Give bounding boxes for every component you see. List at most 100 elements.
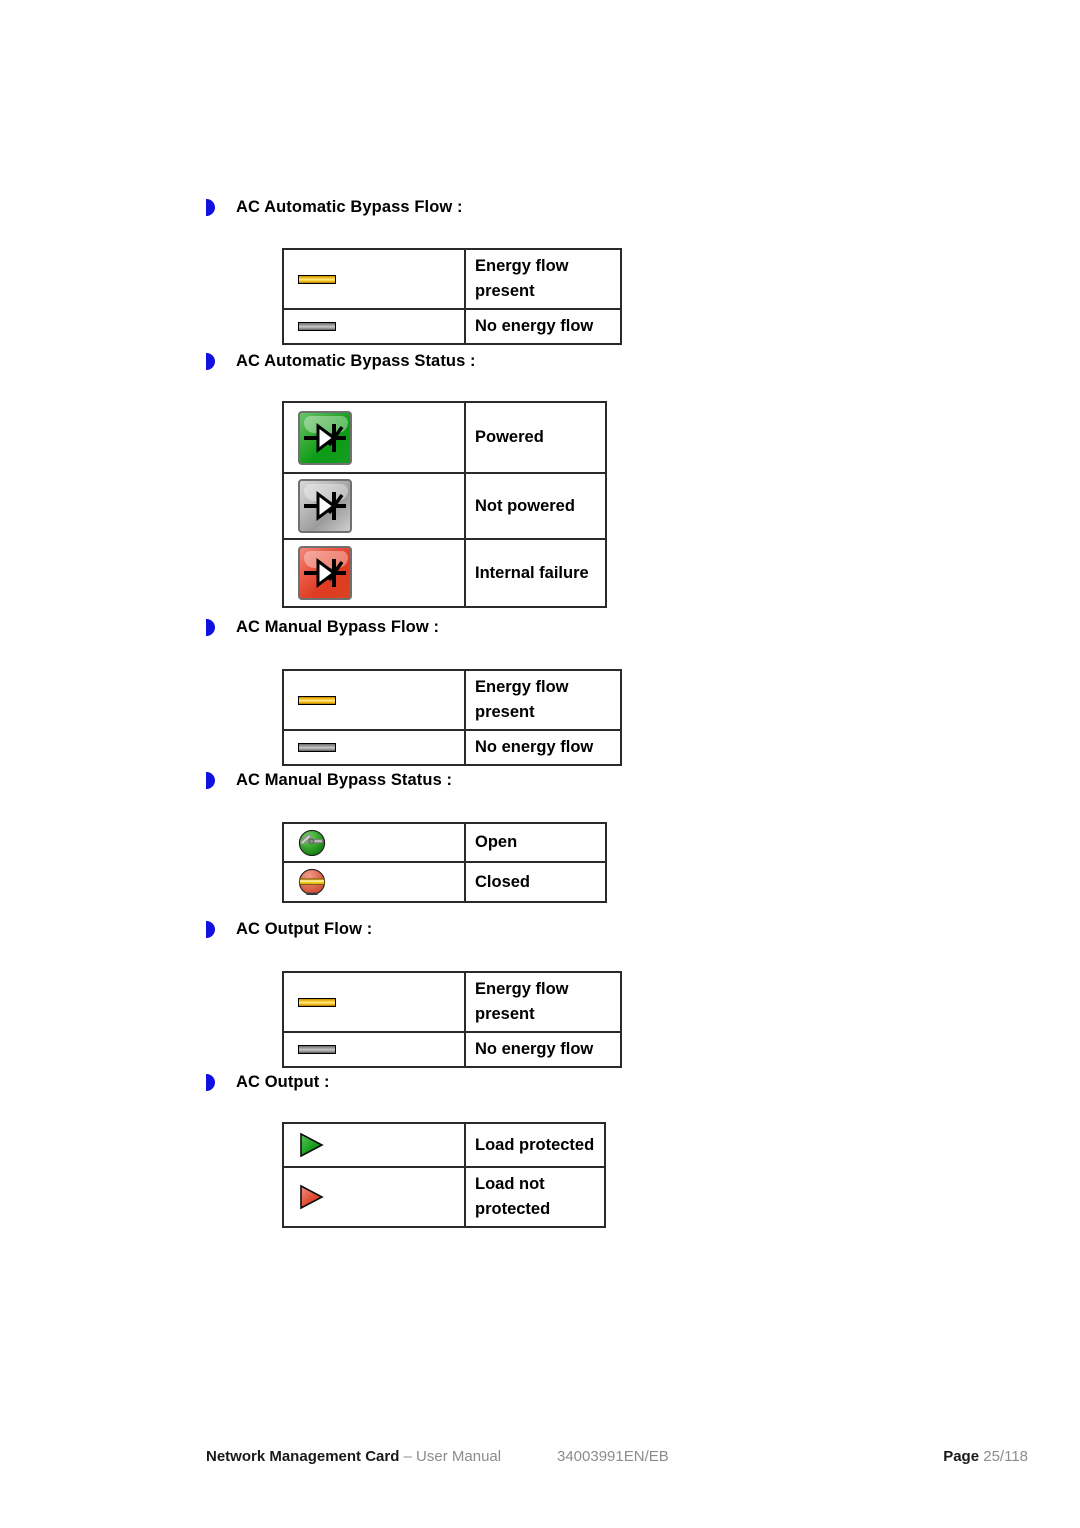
section-heading-label: AC Manual Bypass Flow : (236, 618, 440, 636)
no-energy-flow-bar-icon (298, 322, 336, 331)
bullet-marker-icon (206, 199, 215, 216)
bullet-marker-icon (206, 1074, 215, 1091)
bullet-marker-icon (206, 619, 215, 636)
row-label: Energy flow (475, 257, 569, 275)
legend-table-ac-output-flow: Energy flow present No energy flow (282, 971, 622, 1068)
table-row: No energy flow (282, 308, 622, 345)
table-row: Load protected (282, 1122, 606, 1168)
label-cell: Not powered (464, 472, 607, 540)
footer-title-suffix: – User Manual (399, 1448, 502, 1465)
row-label-line2: present (475, 282, 535, 300)
row-label: Load protected (475, 1135, 595, 1154)
icon-cell (282, 971, 466, 1033)
footer-document-title: Network Management Card – User Manual (206, 1448, 501, 1465)
legend-table-ac-output: Load protected Load not protected (282, 1122, 606, 1228)
no-energy-flow-bar-icon (298, 743, 336, 752)
section-heading-ac-manual-bypass-status: AC Manual Bypass Status : (206, 771, 452, 790)
row-label-line2: present (475, 1005, 535, 1023)
label-cell: Open (464, 822, 607, 863)
label-cell: No energy flow (464, 1031, 622, 1068)
section-heading-ac-manual-bypass-flow: AC Manual Bypass Flow : (206, 618, 439, 637)
table-row: Load not protected (282, 1166, 606, 1228)
row-label: Load not (475, 1175, 545, 1193)
footer-page-number: 25/118 (983, 1448, 1028, 1465)
section-heading-ac-automatic-bypass-flow: AC Automatic Bypass Flow : (206, 198, 463, 217)
icon-cell (282, 472, 466, 540)
section-heading-ac-output-flow: AC Output Flow : (206, 920, 372, 939)
bullet-marker-icon (206, 921, 215, 938)
energy-flow-bar-icon (298, 997, 336, 1007)
legend-table-ac-manual-bypass-flow: Energy flow present No energy flow (282, 669, 622, 766)
icon-cell (282, 669, 466, 731)
label-cell: Closed (464, 861, 607, 903)
row-label: No energy flow (475, 1040, 594, 1058)
row-label: Internal failure (475, 563, 589, 582)
bullet-marker-icon (206, 353, 215, 370)
label-cell: Energy flow present (464, 248, 622, 310)
label-cell: Load not protected (464, 1166, 606, 1228)
icon-cell (282, 1166, 466, 1228)
arrow-green-icon (298, 1132, 324, 1158)
table-row: Open (282, 822, 607, 863)
label-cell: Powered (464, 401, 607, 474)
row-label: Energy flow (475, 980, 569, 998)
icon-cell (282, 822, 466, 863)
footer-doc-code: 34003991EN/EB (557, 1448, 669, 1465)
label-cell: Energy flow present (464, 971, 622, 1033)
label-cell: No energy flow (464, 729, 622, 766)
row-label: No energy flow (475, 317, 594, 335)
row-label: Open (475, 833, 518, 851)
row-label-line2: protected (475, 1200, 551, 1218)
label-cell: Load protected (464, 1122, 606, 1168)
table-row: No energy flow (282, 729, 622, 766)
label-cell: No energy flow (464, 308, 622, 345)
energy-flow-bar-icon (298, 274, 336, 284)
footer-page-indicator: Page 25/118 (943, 1448, 1028, 1465)
legend-table-ac-automatic-bypass-status: Powered Not powered Internal failure (282, 401, 607, 608)
row-label: Energy flow (475, 678, 569, 696)
table-row: Internal failure (282, 538, 607, 608)
row-label-line2: present (475, 703, 535, 721)
icon-cell (282, 729, 466, 766)
table-row: Not powered (282, 472, 607, 540)
table-row: No energy flow (282, 1031, 622, 1068)
legend-table-ac-manual-bypass-status: Open Closed (282, 822, 607, 903)
switch-closed-icon (298, 868, 326, 896)
row-label: Closed (475, 872, 531, 891)
icon-cell (282, 1122, 466, 1168)
table-row: Energy flow present (282, 971, 622, 1033)
footer-page-label: Page (943, 1448, 980, 1465)
icon-cell (282, 861, 466, 903)
section-heading-label: AC Automatic Bypass Flow : (236, 198, 463, 216)
row-label: Powered (475, 428, 544, 446)
page-footer: Network Management Card – User Manual 34… (0, 1448, 1080, 1474)
label-cell: Energy flow present (464, 669, 622, 731)
no-energy-flow-bar-icon (298, 1045, 336, 1054)
energy-flow-bar-icon (298, 695, 336, 705)
table-row: Energy flow present (282, 669, 622, 731)
icon-cell (282, 401, 466, 474)
bullet-marker-icon (206, 772, 215, 789)
section-heading-ac-output: AC Output : (206, 1073, 330, 1092)
section-heading-label: AC Automatic Bypass Status : (236, 352, 476, 370)
icon-cell (282, 248, 466, 310)
footer-title-strong: Network Management Card (206, 1448, 400, 1465)
label-cell: Internal failure (464, 538, 607, 608)
manual-page: AC Automatic Bypass Flow : Energy flow p… (0, 0, 1080, 1528)
arrow-red-icon (298, 1184, 324, 1210)
icon-cell (282, 1031, 466, 1068)
thyristor-green-icon (298, 410, 352, 465)
table-row: Powered (282, 401, 607, 474)
thyristor-gray-icon (298, 479, 352, 533)
section-heading-label: AC Output : (236, 1073, 330, 1091)
thyristor-red-icon (298, 546, 352, 600)
table-row: Closed (282, 861, 607, 903)
legend-table-ac-automatic-bypass-flow: Energy flow present No energy flow (282, 248, 622, 345)
table-row: Energy flow present (282, 248, 622, 310)
row-label: No energy flow (475, 738, 594, 756)
section-heading-label: AC Manual Bypass Status : (236, 771, 453, 789)
switch-open-icon (298, 829, 326, 857)
icon-cell (282, 538, 466, 608)
icon-cell (282, 308, 466, 345)
section-heading-ac-automatic-bypass-status: AC Automatic Bypass Status : (206, 352, 476, 371)
